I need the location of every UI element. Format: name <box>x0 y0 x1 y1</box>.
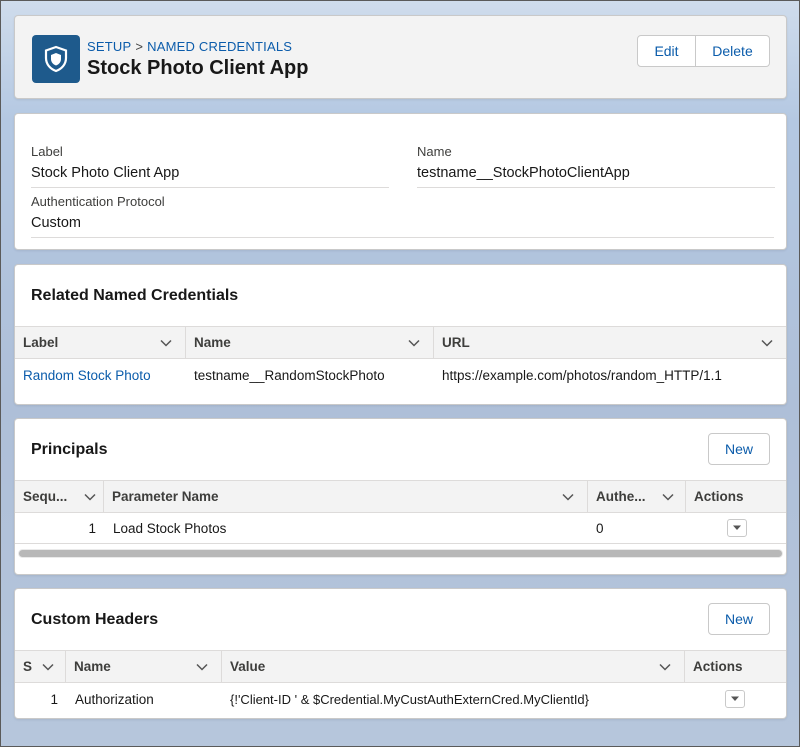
breadcrumb-named-credentials[interactable]: NAMED CREDENTIALS <box>147 39 292 54</box>
column-header-actions: Actions <box>686 481 786 512</box>
header-actions-cell <box>685 690 786 708</box>
related-credential-url: https://example.com/photos/random_HTTP/1… <box>442 367 722 383</box>
header-value: {!'Client-ID ' & $Credential.MyCustAuthE… <box>230 691 589 707</box>
related-credentials-table: Label Name URL Random Stock Photo testna… <box>15 326 786 391</box>
custom-headers-table: S Name Value Actions 1 Authorization {!'… <box>15 650 786 715</box>
column-header-name[interactable]: Name <box>66 651 222 682</box>
column-url-text: URL <box>442 335 470 350</box>
column-parameter-name-text: Parameter Name <box>112 489 219 504</box>
auth-protocol-field: Authentication Protocol Custom <box>31 194 774 238</box>
related-credential-link[interactable]: Random Stock Photo <box>15 368 186 383</box>
name-field-label: Name <box>417 144 452 159</box>
table-row: 1 Authorization {!'Client-ID ' & $Creden… <box>15 683 786 715</box>
column-header-actions: Actions <box>685 651 786 682</box>
chevron-down-icon[interactable] <box>195 660 209 674</box>
chevron-down-icon[interactable] <box>561 490 575 504</box>
principal-auth: 0 <box>596 520 604 536</box>
table-header: S Name Value Actions <box>15 650 786 683</box>
column-header-sequence[interactable]: Sequ... <box>15 481 104 512</box>
principal-parameter-name: Load Stock Photos <box>113 520 227 536</box>
header-button-group: Edit Delete <box>637 35 770 67</box>
auth-protocol-label: Authentication Protocol <box>31 194 165 209</box>
chevron-down-icon[interactable] <box>661 490 675 504</box>
related-credentials-card: Related Named Credentials Label Name URL… <box>14 264 787 405</box>
header-sequence: 1 <box>50 691 58 707</box>
auth-protocol-value: Custom <box>31 215 774 238</box>
page-title: Stock Photo Client App <box>87 57 309 79</box>
chevron-down-icon[interactable] <box>760 336 774 350</box>
row-actions-button[interactable] <box>727 519 747 537</box>
principal-sequence: 1 <box>88 520 96 536</box>
chevron-down-icon[interactable] <box>159 336 173 350</box>
chevron-down-icon[interactable] <box>407 336 421 350</box>
row-actions-button[interactable] <box>725 690 745 708</box>
table-header: Sequ... Parameter Name Authe... Actions <box>15 480 786 513</box>
column-header-value[interactable]: Value <box>222 651 685 682</box>
custom-headers-new-button[interactable]: New <box>708 603 770 635</box>
header-name: Authorization <box>75 691 154 707</box>
label-field-label: Label <box>31 144 63 159</box>
column-value-text: Value <box>230 659 266 674</box>
table-header: Label Name URL <box>15 326 786 359</box>
column-header-url[interactable]: URL <box>434 327 786 358</box>
chevron-down-icon[interactable] <box>41 660 55 674</box>
page-header: SETUP > NAMED CREDENTIALS Stock Photo Clie… <box>14 15 787 99</box>
label-field: Label Stock Photo Client App <box>31 144 389 188</box>
breadcrumb-setup[interactable]: SETUP <box>87 39 131 54</box>
column-header-authentication[interactable]: Authe... <box>588 481 686 512</box>
delete-button[interactable]: Delete <box>696 35 770 67</box>
column-header-sequence[interactable]: S <box>15 651 66 682</box>
edit-button[interactable]: Edit <box>637 35 696 67</box>
column-sequence-text: Sequ... <box>23 489 68 504</box>
table-row: Random Stock Photo testname__RandomStock… <box>15 359 786 391</box>
shield-icon <box>32 35 80 83</box>
principals-card: Principals New Sequ... Parameter Name Au… <box>14 418 787 575</box>
name-field: Name testname__StockPhotoClientApp <box>417 144 775 188</box>
name-field-value: testname__StockPhotoClientApp <box>417 165 775 188</box>
custom-headers-title: Custom Headers <box>31 611 159 628</box>
breadcrumb-separator: > <box>135 39 144 54</box>
column-header-name[interactable]: Name <box>186 327 434 358</box>
details-card: Label Stock Photo Client App Name testna… <box>14 113 787 250</box>
caret-down-icon <box>731 696 739 701</box>
column-actions-text: Actions <box>693 659 743 674</box>
column-header-parameter-name[interactable]: Parameter Name <box>104 481 588 512</box>
table-row: 1 Load Stock Photos 0 <box>15 513 786 544</box>
principals-table: Sequ... Parameter Name Authe... Actions … <box>15 480 786 558</box>
column-header-label[interactable]: Label <box>15 327 186 358</box>
column-name-text: Name <box>194 335 231 350</box>
label-field-value: Stock Photo Client App <box>31 165 389 188</box>
chevron-down-icon[interactable] <box>83 490 97 504</box>
chevron-down-icon[interactable] <box>658 660 672 674</box>
caret-down-icon <box>733 525 741 530</box>
principal-actions-cell <box>686 519 786 537</box>
related-credential-name: testname__RandomStockPhoto <box>194 367 385 383</box>
related-credentials-title: Related Named Credentials <box>31 287 239 304</box>
column-actions-text: Actions <box>694 489 744 504</box>
column-label-text: Label <box>23 335 59 350</box>
column-sequence-text: S <box>23 659 33 674</box>
principals-title: Principals <box>31 441 108 458</box>
custom-headers-card: Custom Headers New S Name Value Actions … <box>14 588 787 719</box>
breadcrumb: SETUP > NAMED CREDENTIALS <box>87 39 292 54</box>
column-authentication-text: Authe... <box>596 489 646 504</box>
scrollbar-thumb[interactable] <box>19 550 782 557</box>
column-name-text: Name <box>74 659 111 674</box>
principals-new-button[interactable]: New <box>708 433 770 465</box>
horizontal-scrollbar[interactable] <box>18 549 783 558</box>
